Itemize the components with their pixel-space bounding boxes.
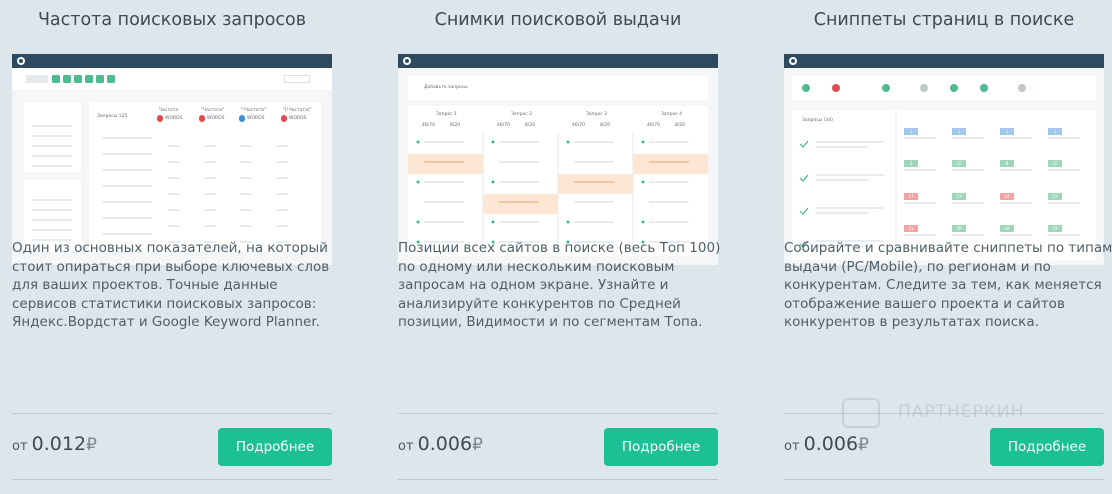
card-description: Позиции всех сайтов в поиске (весь Топ 1… — [398, 240, 721, 330]
watermark-logo-icon — [842, 398, 880, 428]
card-serp-snapshots: Снимки поисковой выдачи Добавьте запросы… — [398, 0, 721, 494]
card-search-frequency: Частота поисковых запросов Запросы 125 Ч… — [12, 0, 332, 494]
divider — [12, 479, 332, 480]
more-button[interactable]: Подробнее — [990, 428, 1104, 466]
more-button[interactable]: Подробнее — [218, 428, 332, 466]
more-button[interactable]: Подробнее — [604, 428, 718, 466]
preview-snippet-rows — [799, 110, 1080, 260]
screenshot-preview: Добавьте запросы Запрос 1 Запрос 2 Запро… — [398, 54, 718, 265]
divider — [12, 413, 332, 414]
watermark: ПАРТНЕРКИН — [842, 398, 1064, 430]
divider — [398, 479, 718, 480]
screenshot-preview: Запросы 125 Частота "Частота" "!Частота"… — [12, 54, 332, 265]
price: от 0.006₽ — [398, 433, 483, 455]
screenshot-preview: Запросы (34) 1 1 1 1 2 10 8 10 17 13 24 … — [784, 54, 1104, 265]
preview-serp-rows — [408, 132, 708, 254]
card-description: Собирайте и сравнивайте сниппеты по типа… — [784, 240, 1112, 330]
watermark-text: ПАРТНЕРКИН — [898, 402, 1025, 422]
preview-rows — [32, 125, 312, 243]
divider — [398, 413, 718, 414]
price: от 0.012₽ — [12, 433, 97, 455]
card-title: Сниппеты страниц в поиске — [813, 10, 1075, 30]
card-description: Один из основных показателей, на который… — [12, 240, 330, 330]
card-title: Частота поисковых запросов — [37, 10, 307, 30]
card-title: Снимки поисковой выдачи — [434, 10, 682, 30]
divider — [784, 479, 1104, 480]
price: от 0.006₽ — [784, 433, 869, 455]
